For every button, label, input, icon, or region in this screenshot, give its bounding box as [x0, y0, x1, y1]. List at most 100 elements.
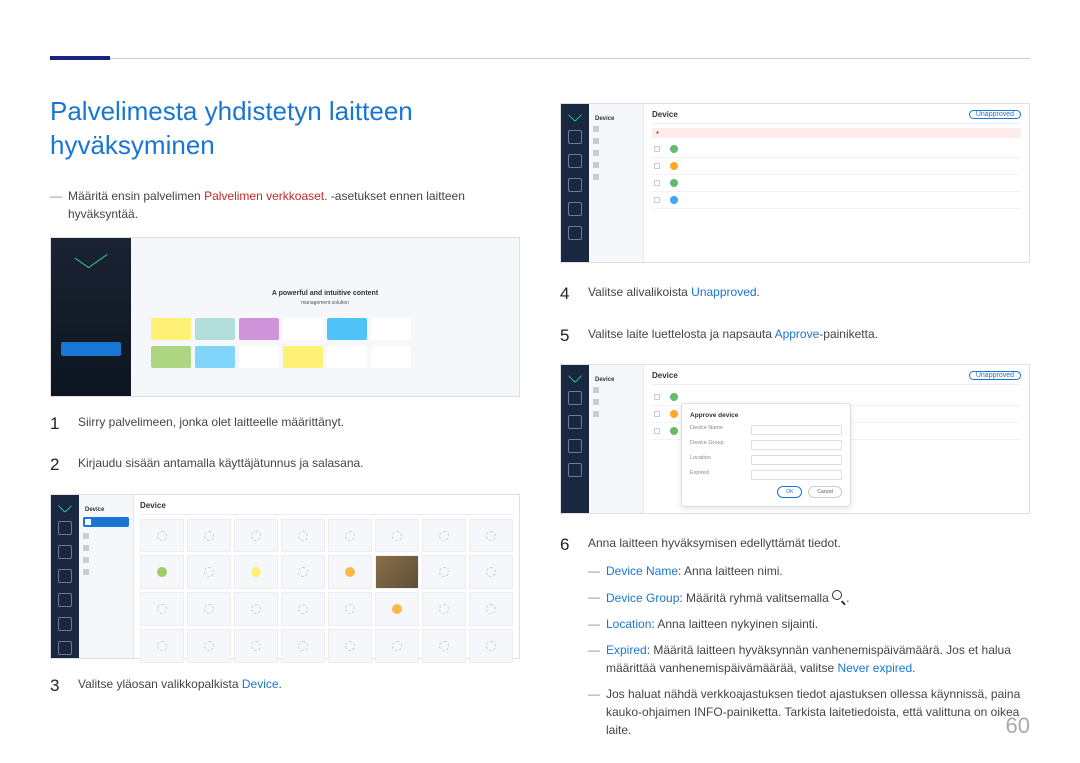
bullet-info-note: ― Jos haluat nähdä verkkoajastuksen tied… [588, 685, 1030, 739]
nav-icon [58, 569, 72, 583]
table-row [652, 175, 1021, 192]
device-sidebar: Device [589, 365, 644, 513]
device-cell [469, 629, 513, 663]
device-cell [187, 629, 231, 663]
modal-input [751, 425, 842, 435]
step-text: Valitse laite luettelosta ja napsauta Ap… [588, 323, 1030, 349]
modal-buttons: OK Cancel [690, 486, 842, 498]
dashboard-tile [195, 318, 235, 340]
sidebar-item [593, 387, 639, 393]
page-title: Palvelimesta yhdistetyn laitteen hyväksy… [50, 95, 520, 163]
sidebar-item [83, 533, 129, 539]
device-cell [375, 629, 419, 663]
tab-unapproved: Unapproved [969, 110, 1021, 119]
modal-input [751, 440, 842, 450]
dashboard-tile [151, 318, 191, 340]
content-columns: Palvelimesta yhdistetyn laitteen hyväksy… [50, 95, 1030, 763]
login-main: A powerful and intuitive content managem… [131, 238, 519, 396]
step-number: 1 [50, 411, 62, 437]
dash-icon: ― [588, 562, 600, 580]
device-grid-area: Device [134, 495, 519, 658]
approve-modal: Approve device Device Name Device Group … [681, 403, 851, 507]
nav-icon [568, 202, 582, 216]
device-cell [469, 555, 513, 589]
step-text: Valitse yläosan valikkopalkista Device. [78, 673, 520, 699]
dash-icon: ― [588, 685, 600, 703]
dash-icon: ― [588, 641, 600, 659]
device-cell [187, 592, 231, 626]
table-row [652, 192, 1021, 209]
table-row [652, 141, 1021, 158]
search-icon [832, 590, 846, 604]
nav-icon [568, 178, 582, 192]
device-cell [422, 629, 466, 663]
step-2: 2 Kirjaudu sisään antamalla käyttäjätunn… [50, 452, 520, 478]
screenshot-device-grid: Device Device [50, 494, 520, 659]
table-header-row: Device Unapproved [652, 371, 1021, 385]
nav-icon [58, 617, 72, 631]
dashboard-tile [239, 346, 279, 368]
sidebar-item [593, 138, 639, 144]
dash-icon: ― [50, 187, 62, 205]
sidebar-item [83, 569, 129, 575]
sidebar-title: Device [83, 503, 129, 517]
sidebar-item [83, 557, 129, 563]
step-text: Siirry palvelimeen, jonka olet laitteell… [78, 411, 520, 437]
dashboard-tile [239, 318, 279, 340]
logo-icon [58, 499, 72, 513]
logo-icon [568, 108, 582, 122]
dashboard-tile [195, 346, 235, 368]
nav-icon [568, 439, 582, 453]
table-row [652, 158, 1021, 175]
ok-button: OK [777, 486, 802, 498]
nav-iconbar [561, 104, 589, 262]
right-column: Device Device Unapproved ● [560, 95, 1030, 763]
device-cell [422, 555, 466, 589]
step-number: 4 [560, 281, 572, 307]
device-cell [422, 592, 466, 626]
nav-icon [58, 641, 72, 655]
error-banner: ● [652, 128, 1021, 138]
sidebar-item [593, 411, 639, 417]
step-text: Kirjaudu sisään antamalla käyttäjätunnus… [78, 452, 520, 478]
unapproved-table-area: Device Unapproved ● [644, 104, 1029, 262]
header-divider [50, 58, 1030, 59]
nav-icon [58, 545, 72, 559]
device-cell [469, 592, 513, 626]
device-cell [469, 519, 513, 553]
dash-icon: ― [588, 588, 600, 606]
device-cell [140, 519, 184, 553]
nav-icon [568, 391, 582, 405]
device-cell [375, 592, 419, 626]
device-sidebar: Device [589, 104, 644, 262]
login-hero-subtitle: management solution [301, 300, 349, 306]
modal-title: Approve device [690, 412, 842, 419]
screenshot-approve-modal: Device Device Unapproved Approve device [560, 364, 1030, 514]
sidebar-title: Device [593, 112, 639, 126]
sidebar-item [593, 174, 639, 180]
unapproved-link: Unapproved [691, 285, 756, 299]
nav-icon [58, 521, 72, 535]
login-sidebar [51, 238, 131, 396]
device-cell [281, 629, 325, 663]
intro-text: Määritä ensin palvelimen Palvelimen verk… [68, 187, 520, 223]
device-cell [328, 629, 372, 663]
device-cell [281, 519, 325, 553]
bullet-location: ― Location: Anna laitteen nykyinen sijai… [588, 615, 1030, 633]
step-5: 5 Valitse laite luettelosta ja napsauta … [560, 323, 1030, 349]
device-cell [422, 519, 466, 553]
table-header-row: Device Unapproved [652, 110, 1021, 124]
dashboard-row-2 [151, 346, 411, 368]
step-number: 6 [560, 532, 572, 747]
nav-iconbar [51, 495, 79, 658]
screenshot-unapproved-list: Device Device Unapproved ● [560, 103, 1030, 263]
device-cell-thumbnail [375, 555, 419, 589]
step-1: 1 Siirry palvelimeen, jonka olet laittee… [50, 411, 520, 437]
dashboard-tile [283, 346, 323, 368]
bullet-expired: ― Expired: Määritä laitteen hyväksynnän … [588, 641, 1030, 677]
intro-highlight: Palvelimen verkkoaset. [204, 189, 327, 203]
device-cell [234, 555, 278, 589]
approve-link: Approve [775, 327, 820, 341]
dash-icon: ― [588, 615, 600, 633]
device-cell [234, 592, 278, 626]
